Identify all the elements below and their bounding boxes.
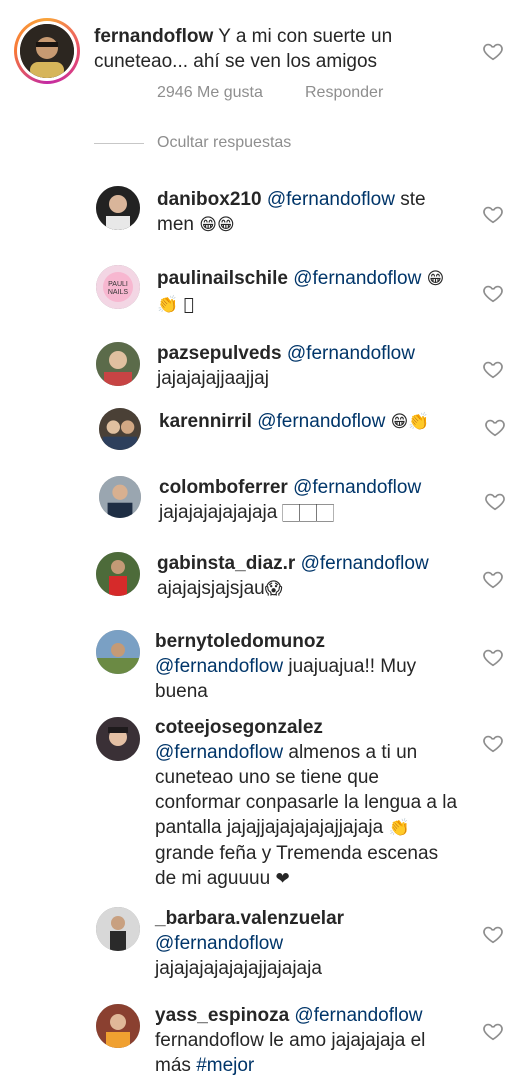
reply-button[interactable]: Responder	[305, 84, 383, 102]
reply-mention[interactable]: @fernandoflow	[267, 189, 395, 210]
heart-outline-icon[interactable]	[482, 732, 504, 754]
avatar[interactable]	[96, 342, 140, 386]
reply-username[interactable]: coteejosegonzalez	[155, 717, 323, 738]
heart-outline-icon[interactable]	[482, 646, 504, 668]
reply-username[interactable]: gabinsta_diaz.r	[157, 553, 295, 574]
heart-outline-icon[interactable]	[484, 416, 506, 438]
reply-mention[interactable]: @fernandoflow	[155, 933, 283, 954]
reply-username[interactable]: colomboferrer	[159, 477, 288, 498]
avatar[interactable]	[96, 717, 140, 761]
reply-username[interactable]: danibox210	[157, 189, 262, 210]
like-count[interactable]: 2946 Me gusta	[157, 84, 263, 102]
reply-body: jajajajajajajaja	[159, 502, 278, 523]
heart-outline-icon[interactable]	[482, 203, 504, 225]
reply-body-continued: grande feña y Tremenda escenas de mi agu…	[155, 843, 439, 889]
avatar[interactable]	[99, 408, 141, 450]
avatar[interactable]	[96, 186, 140, 230]
reply-mention[interactable]: @fernandoflow	[293, 268, 421, 289]
reply-emoji: 👏	[388, 818, 410, 838]
reply-mention[interactable]: @fernandoflow	[293, 477, 421, 498]
comment-username[interactable]: fernandoflow	[94, 26, 213, 47]
avatar[interactable]	[96, 1004, 140, 1048]
hide-replies-button[interactable]: Ocultar respuestas	[157, 134, 291, 152]
reply-hashtag[interactable]: #mejor	[196, 1055, 254, 1076]
reply-emoji: 😱	[264, 579, 283, 599]
reply-emoji: 😁😁	[199, 215, 235, 235]
reply-body: jajajajajajajajjajajaja	[155, 958, 322, 979]
comment-text: fernandoflow Y a mi con suerte un cunete…	[94, 24, 424, 74]
reply-username[interactable]: _barbara.valenzuelar	[155, 908, 344, 929]
heart-outline-icon[interactable]	[482, 358, 504, 380]
reply-mention[interactable]: @fernandoflow	[155, 656, 283, 677]
svg-text:NAILS: NAILS	[108, 289, 129, 296]
avatar[interactable]	[99, 476, 141, 518]
avatar[interactable]: PAULI NAILS	[96, 265, 140, 309]
heart-outline-icon[interactable]	[482, 1020, 504, 1042]
reply-username[interactable]: yass_espinoza	[155, 1005, 289, 1026]
reply-username[interactable]: pazsepulveds	[157, 343, 282, 364]
reply-emoji: 🏻🏻🏻	[282, 503, 334, 523]
heart-outline-icon[interactable]	[482, 282, 504, 304]
avatar[interactable]	[96, 552, 140, 596]
reply-mention[interactable]: @fernandoflow	[155, 742, 283, 763]
reply-body: ajajajsjajsjau	[157, 578, 265, 599]
heart-outline-icon[interactable]	[482, 923, 504, 945]
avatar[interactable]	[20, 24, 74, 78]
reply-mention[interactable]: @fernandoflow	[257, 411, 385, 432]
divider-line	[94, 143, 144, 144]
heart-outline-icon[interactable]	[482, 568, 504, 590]
avatar[interactable]	[96, 630, 140, 674]
reply-username[interactable]: bernytoledomunoz	[155, 631, 325, 652]
heart-outline-icon[interactable]	[484, 490, 506, 512]
reply-username[interactable]: karennirril	[159, 411, 252, 432]
heart-outline-icon[interactable]	[482, 40, 504, 62]
reply-mention[interactable]: @fernandoflow	[294, 1005, 422, 1026]
reply-body: jajajajajjaajjaj	[157, 368, 269, 389]
reply-mention[interactable]: @fernandoflow	[287, 343, 415, 364]
reply-username[interactable]: paulinailschile	[157, 268, 288, 289]
svg-text:PAULI: PAULI	[108, 281, 128, 288]
heart-emoji: ❤	[275, 869, 290, 889]
story-ring[interactable]	[14, 18, 80, 84]
reply-mention[interactable]: @fernandoflow	[301, 553, 429, 574]
reply-emoji: 😁👏	[390, 412, 430, 432]
avatar[interactable]	[96, 907, 140, 951]
